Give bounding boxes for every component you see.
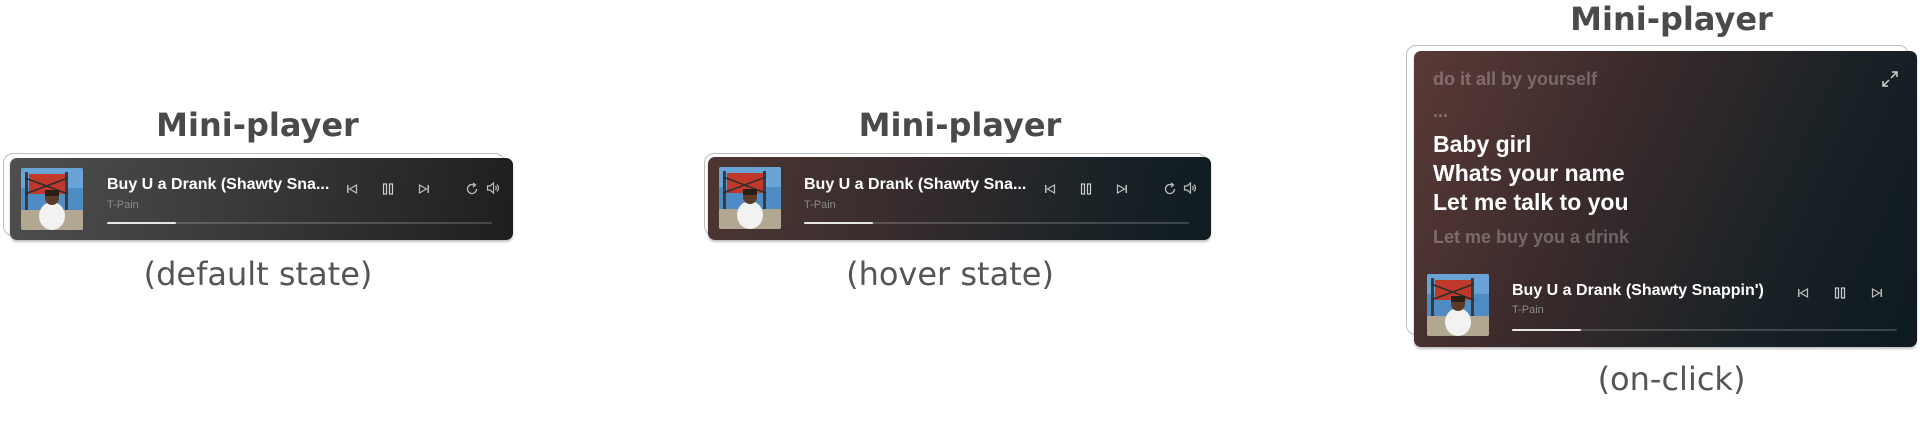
skip-previous-icon[interactable] bbox=[1042, 181, 1058, 197]
progress-fill bbox=[804, 222, 874, 224]
mini-player-default[interactable]: Buy U a Drank (Shawty Sna... T-Pain bbox=[10, 158, 513, 240]
lyric-ellipsis: ... bbox=[1433, 101, 1449, 121]
album-art-image bbox=[21, 168, 83, 230]
progress-bar[interactable] bbox=[804, 222, 1189, 224]
lyric-current-line-3: Let me talk to you bbox=[1433, 189, 1629, 215]
track-artist[interactable]: T-Pain bbox=[107, 199, 139, 211]
album-art[interactable] bbox=[719, 167, 781, 229]
album-art-image bbox=[719, 167, 781, 229]
pause-icon[interactable] bbox=[1078, 181, 1094, 197]
track-artist[interactable]: T-Pain bbox=[804, 199, 836, 211]
lyric-current-line-2: Whats your name bbox=[1433, 160, 1625, 186]
expand-icon[interactable] bbox=[1880, 69, 1900, 89]
progress-bar[interactable] bbox=[1512, 329, 1897, 331]
pause-icon[interactable] bbox=[380, 181, 396, 197]
variant-caption-expanded: (on-click) bbox=[1597, 360, 1746, 398]
mini-player-expanded[interactable]: do it all by yourself ... Baby girl What… bbox=[1414, 51, 1917, 347]
track-title[interactable]: Buy U a Drank (Shawty Sna... bbox=[107, 176, 329, 194]
pause-icon[interactable] bbox=[1832, 285, 1848, 301]
mini-player-hover[interactable]: Buy U a Drank (Shawty Sna... T-Pain bbox=[708, 157, 1211, 240]
skip-previous-icon[interactable] bbox=[344, 181, 360, 197]
album-art[interactable] bbox=[21, 168, 83, 230]
variant-heading-hover: Mini-player bbox=[858, 106, 1062, 144]
repeat-icon[interactable] bbox=[464, 181, 480, 197]
progress-fill bbox=[1512, 329, 1582, 331]
volume-icon[interactable] bbox=[485, 180, 501, 196]
track-title[interactable]: Buy U a Drank (Shawty Sna... bbox=[804, 176, 1026, 194]
lyric-next-line: Let me buy you a drink bbox=[1433, 227, 1630, 247]
variant-heading-default: Mini-player bbox=[156, 106, 359, 144]
variant-caption-default: (default state) bbox=[143, 255, 373, 293]
skip-previous-icon[interactable] bbox=[1795, 285, 1811, 301]
progress-fill bbox=[107, 222, 177, 224]
skip-next-icon[interactable] bbox=[1869, 285, 1885, 301]
variant-caption-hover: (hover state) bbox=[846, 255, 1054, 293]
skip-next-icon[interactable] bbox=[1114, 181, 1130, 197]
track-title[interactable]: Buy U a Drank (Shawty Snappin') bbox=[1512, 282, 1764, 300]
album-art[interactable] bbox=[1427, 274, 1489, 336]
variant-heading-expanded: Mini-player bbox=[1570, 0, 1773, 38]
progress-bar[interactable] bbox=[107, 222, 492, 224]
track-artist[interactable]: T-Pain bbox=[1512, 304, 1544, 316]
album-art-image bbox=[1427, 274, 1489, 336]
lyric-previous-line: do it all by yourself bbox=[1433, 69, 1598, 89]
skip-next-icon[interactable] bbox=[416, 181, 432, 197]
volume-icon[interactable] bbox=[1182, 180, 1198, 196]
repeat-icon[interactable] bbox=[1162, 181, 1178, 197]
lyric-current-line-1: Baby girl bbox=[1433, 131, 1532, 157]
